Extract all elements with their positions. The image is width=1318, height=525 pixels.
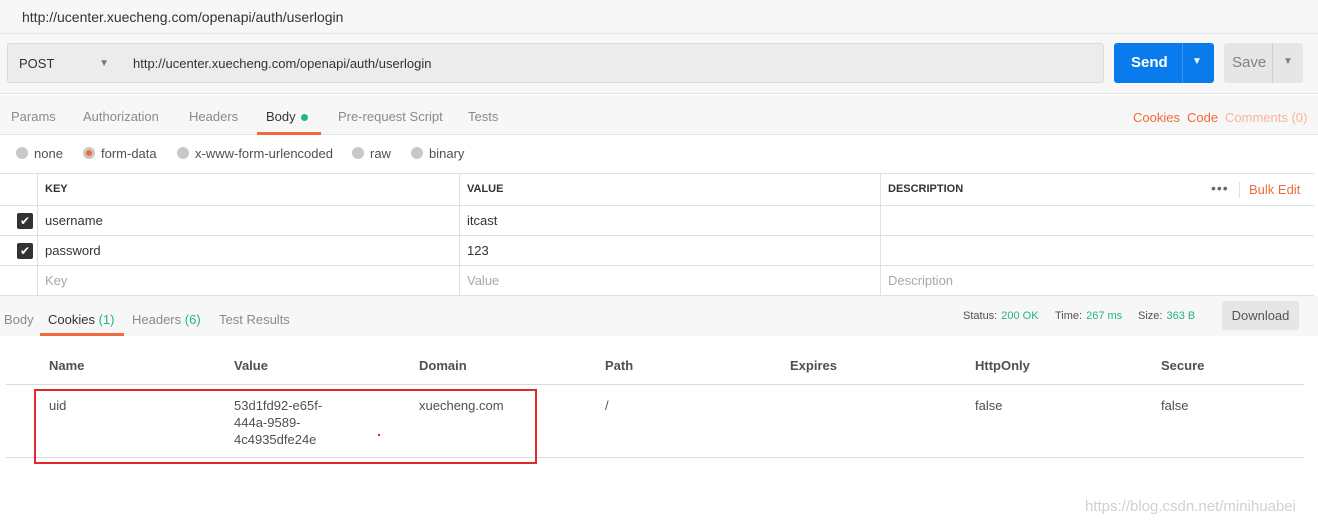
form-data-table: KEY VALUE DESCRIPTION ••• Bulk Edit ✔ us… xyxy=(0,173,1314,296)
column-header-value: Value xyxy=(234,358,268,373)
cookie-secure: false xyxy=(1161,398,1189,413)
new-description-input[interactable]: Description xyxy=(880,266,1314,296)
request-tabs: Params Authorization Headers Body Pre-re… xyxy=(0,95,1318,135)
radio-urlencoded-label: x-www-form-urlencoded xyxy=(195,146,333,161)
highlight-box xyxy=(34,389,537,464)
radio-raw-label: raw xyxy=(370,146,391,161)
request-title-bar: http://ucenter.xuecheng.com/openapi/auth… xyxy=(0,0,1318,34)
send-label: Send xyxy=(1131,54,1168,71)
watermark-text: https://blog.csdn.net/minihuabei xyxy=(1085,498,1296,515)
url-input[interactable]: http://ucenter.xuecheng.com/openapi/auth… xyxy=(122,43,1104,83)
size-value: 363 B xyxy=(1166,310,1196,322)
save-label: Save xyxy=(1232,54,1267,71)
active-tab-underline xyxy=(257,132,321,135)
cookies-tab-label: Cookies xyxy=(48,312,95,327)
size-label: Size: xyxy=(1138,310,1163,322)
param-value-cell[interactable]: 123 xyxy=(459,236,880,265)
radio-circle-icon xyxy=(352,147,364,159)
cookies-count-badge: (1) xyxy=(98,312,115,327)
tab-body[interactable]: Body xyxy=(266,109,308,124)
save-divider xyxy=(1272,43,1273,83)
tab-pre-request-script[interactable]: Pre-request Script xyxy=(338,109,443,124)
table-header-row: KEY VALUE DESCRIPTION ••• Bulk Edit xyxy=(0,174,1314,206)
radio-binary[interactable]: binary xyxy=(411,146,464,161)
url-row: POST ▼ http://ucenter.xuecheng.com/opena… xyxy=(0,34,1318,94)
bulk-edit-link[interactable]: Bulk Edit xyxy=(1249,182,1300,197)
body-indicator-dot xyxy=(300,114,308,122)
cookies-table-header: Name Value Domain Path Expires HttpOnly … xyxy=(6,354,1304,385)
cookies-link[interactable]: Cookies xyxy=(1133,110,1180,125)
bulk-edit-divider xyxy=(1239,182,1240,198)
headers-count-badge: (6) xyxy=(184,312,201,327)
param-value-cell[interactable]: itcast xyxy=(459,206,880,235)
radio-none[interactable]: none xyxy=(16,146,63,161)
radio-circle-icon xyxy=(16,147,28,159)
column-header-path: Path xyxy=(605,358,634,373)
row-enabled-checkbox[interactable]: ✔ xyxy=(17,213,33,229)
send-divider xyxy=(1182,43,1183,83)
param-description-cell[interactable] xyxy=(880,236,1314,265)
response-tab-body[interactable]: Body xyxy=(4,312,34,327)
body-type-selector: none form-data x-www-form-urlencoded raw… xyxy=(0,136,1318,173)
response-tab-headers[interactable]: Headers (6) xyxy=(132,312,201,327)
column-header-value: VALUE xyxy=(459,174,880,205)
radio-binary-label: binary xyxy=(429,146,465,161)
radio-circle-icon xyxy=(411,147,423,159)
table-row: ✔ username itcast xyxy=(0,206,1314,236)
param-key-cell[interactable]: username xyxy=(37,206,459,235)
cookie-path: / xyxy=(605,398,609,413)
radio-form-data[interactable]: form-data xyxy=(83,146,157,161)
tab-params[interactable]: Params xyxy=(11,109,56,124)
column-header-httponly: HttpOnly xyxy=(975,358,1030,373)
new-value-input[interactable]: Value xyxy=(459,266,880,296)
row-enabled-checkbox[interactable]: ✔ xyxy=(17,243,33,259)
radio-none-label: none xyxy=(34,146,63,161)
column-header-key: KEY xyxy=(37,174,459,205)
response-tab-test-results[interactable]: Test Results xyxy=(219,312,290,327)
time-readout: Time: 267 ms xyxy=(1055,310,1122,322)
new-param-row: Key Value Description xyxy=(0,266,1314,296)
new-key-input[interactable]: Key xyxy=(37,266,459,296)
comments-link[interactable]: Comments (0) xyxy=(1225,110,1307,125)
time-value: 267 ms xyxy=(1086,310,1123,322)
download-button[interactable]: Download xyxy=(1222,301,1299,330)
more-options-icon[interactable]: ••• xyxy=(1211,180,1229,196)
request-title: http://ucenter.xuecheng.com/openapi/auth… xyxy=(22,9,344,25)
radio-form-data-label: form-data xyxy=(101,146,157,161)
status-readout: Status: 200 OK xyxy=(963,310,1039,322)
response-tab-cookies[interactable]: Cookies (1) xyxy=(48,312,114,327)
size-readout: Size: 363 B xyxy=(1138,310,1195,322)
status-label: Status: xyxy=(963,310,998,322)
radio-x-www-form-urlencoded[interactable]: x-www-form-urlencoded xyxy=(177,146,333,161)
param-key-cell[interactable]: password xyxy=(37,236,459,265)
method-label: POST xyxy=(19,56,55,71)
save-button[interactable]: Save ▼ xyxy=(1224,43,1303,83)
save-options-chevron-icon[interactable]: ▼ xyxy=(1283,56,1293,67)
annotation-dot xyxy=(378,434,380,436)
column-header-secure: Secure xyxy=(1161,358,1205,373)
column-header-name: Name xyxy=(49,358,85,373)
tab-body-label: Body xyxy=(266,109,296,124)
radio-circle-icon xyxy=(177,147,189,159)
send-options-chevron-icon[interactable]: ▼ xyxy=(1192,56,1202,67)
table-row: ✔ password 123 xyxy=(0,236,1314,266)
response-bar: Body Cookies (1) Headers (6) Test Result… xyxy=(0,296,1318,336)
code-link[interactable]: Code xyxy=(1187,110,1218,125)
column-header-domain: Domain xyxy=(419,358,467,373)
chevron-down-icon: ▼ xyxy=(99,58,109,69)
radio-raw[interactable]: raw xyxy=(352,146,391,161)
send-button[interactable]: Send ▼ xyxy=(1114,43,1214,83)
radio-selected-icon xyxy=(83,147,95,159)
method-select[interactable]: POST ▼ xyxy=(7,43,123,83)
tab-authorization[interactable]: Authorization xyxy=(83,109,159,124)
headers-tab-label: Headers xyxy=(132,312,182,327)
param-description-cell[interactable] xyxy=(880,206,1314,235)
time-label: Time: xyxy=(1055,310,1083,322)
cookie-httponly: false xyxy=(975,398,1003,413)
tab-tests[interactable]: Tests xyxy=(468,109,498,124)
column-header-expires: Expires xyxy=(790,358,837,373)
status-value: 200 OK xyxy=(1001,310,1039,322)
active-response-tab-underline xyxy=(40,333,124,336)
tab-headers[interactable]: Headers xyxy=(189,109,238,124)
